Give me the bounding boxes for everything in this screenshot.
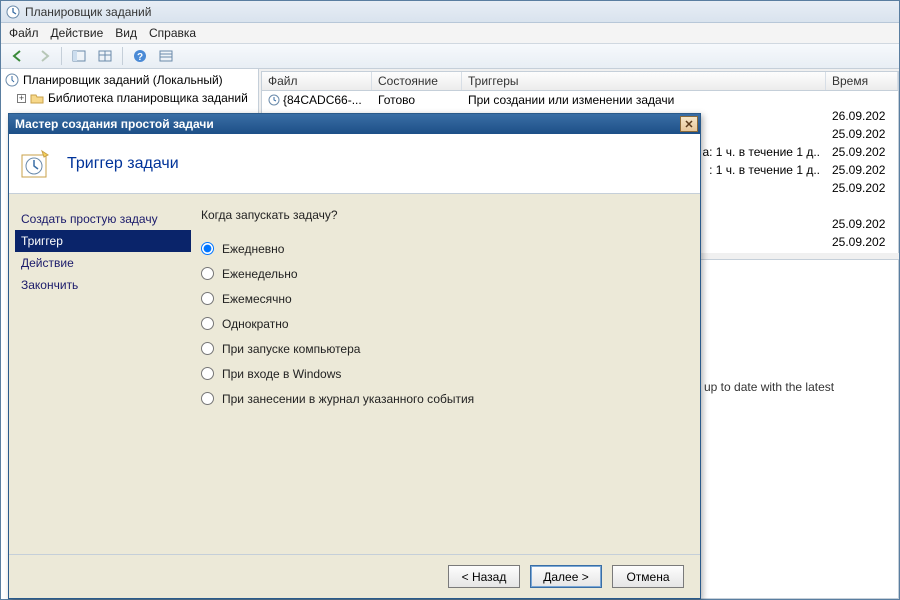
menu-bar: Файл Действие Вид Справка: [1, 23, 899, 43]
tree-library[interactable]: + Библиотека планировщика заданий: [3, 89, 256, 107]
create-task-wizard-dialog: Мастер создания простой задачи ✕ Триггер…: [8, 113, 701, 599]
menu-file[interactable]: Файл: [9, 26, 39, 40]
column-time[interactable]: Время сле: [826, 72, 898, 90]
radio-once-input[interactable]: [201, 317, 214, 330]
list-body: {84CADC66-... Готово При создании или из…: [261, 91, 899, 109]
dialog-header: Триггер задачи: [9, 134, 700, 194]
cell-state: Готово: [372, 93, 462, 107]
radio-weekly[interactable]: Еженедельно: [201, 261, 690, 286]
cell-trigger: При создании или изменении задачи: [462, 93, 826, 107]
cell-file-text: {84CADC66-...: [283, 93, 362, 107]
tree-root-label: Планировщик заданий (Локальный): [23, 73, 223, 87]
toolbar-pane-icon[interactable]: [68, 46, 90, 66]
radio-once-label: Однократно: [222, 317, 289, 331]
radio-logon[interactable]: При входе в Windows: [201, 361, 690, 386]
step-create[interactable]: Создать простую задачу: [15, 208, 191, 230]
expand-icon[interactable]: +: [17, 94, 26, 103]
radio-monthly[interactable]: Ежемесячно: [201, 286, 690, 311]
column-state[interactable]: Состояние: [372, 72, 462, 90]
cell-file: {84CADC66-...: [262, 93, 372, 107]
radio-startup-input[interactable]: [201, 342, 214, 355]
help-icon[interactable]: ?: [129, 46, 151, 66]
svg-text:?: ?: [137, 52, 143, 63]
dialog-heading: Триггер задачи: [67, 155, 179, 173]
close-icon: ✕: [684, 118, 693, 131]
step-finish[interactable]: Закончить: [15, 274, 191, 296]
radio-monthly-label: Ежемесячно: [222, 292, 292, 306]
close-button[interactable]: ✕: [680, 116, 698, 132]
radio-startup[interactable]: При запуске компьютера: [201, 336, 690, 361]
wizard-content: Когда запускать задачу? Ежедневно Еженед…: [191, 194, 700, 554]
dialog-title: Мастер создания простой задачи: [15, 117, 214, 131]
radio-daily-input[interactable]: [201, 242, 214, 255]
radio-once[interactable]: Однократно: [201, 311, 690, 336]
clock-icon: [5, 73, 19, 87]
toolbar-list-icon[interactable]: [155, 46, 177, 66]
wizard-clock-icon: [19, 146, 55, 182]
app-icon: [5, 4, 21, 20]
toolbar-separator: [122, 47, 123, 65]
window-title: Планировщик заданий: [25, 5, 151, 19]
radio-monthly-input[interactable]: [201, 292, 214, 305]
step-trigger[interactable]: Триггер: [15, 230, 191, 252]
menu-view[interactable]: Вид: [115, 26, 137, 40]
tree-root[interactable]: Планировщик заданий (Локальный): [3, 71, 256, 89]
toolbar-grid-icon[interactable]: [94, 46, 116, 66]
radio-weekly-input[interactable]: [201, 267, 214, 280]
toolbar-separator: [61, 47, 62, 65]
menu-help[interactable]: Справка: [149, 26, 196, 40]
menu-action[interactable]: Действие: [51, 26, 104, 40]
back-button[interactable]: [7, 46, 29, 66]
radio-logon-label: При входе в Windows: [222, 367, 341, 381]
toolbar: ?: [1, 43, 899, 69]
dialog-body: Создать простую задачу Триггер Действие …: [9, 194, 700, 554]
radio-weekly-label: Еженедельно: [222, 267, 298, 281]
folder-icon: [30, 92, 44, 104]
radio-daily[interactable]: Ежедневно: [201, 236, 690, 261]
clock-icon: [268, 94, 280, 106]
title-bar: Планировщик заданий: [1, 1, 899, 23]
column-file[interactable]: Файл: [262, 72, 372, 90]
dialog-footer: < Назад Далее > Отмена: [9, 554, 700, 598]
radio-startup-label: При запуске компьютера: [222, 342, 360, 356]
forward-button[interactable]: [33, 46, 55, 66]
back-button[interactable]: < Назад: [448, 565, 520, 588]
step-action[interactable]: Действие: [15, 252, 191, 274]
list-header: Файл Состояние Триггеры Время сле: [261, 71, 899, 91]
radio-event-input[interactable]: [201, 392, 214, 405]
trigger-prompt: Когда запускать задачу?: [201, 208, 690, 222]
wizard-steps: Создать простую задачу Триггер Действие …: [9, 194, 191, 554]
column-triggers[interactable]: Триггеры: [462, 72, 826, 90]
table-row[interactable]: {84CADC66-... Готово При создании или из…: [262, 91, 898, 109]
radio-logon-input[interactable]: [201, 367, 214, 380]
cancel-button[interactable]: Отмена: [612, 565, 684, 588]
radio-daily-label: Ежедневно: [222, 242, 284, 256]
radio-event-label: При занесении в журнал указанного событи…: [222, 392, 474, 406]
radio-event[interactable]: При занесении в журнал указанного событи…: [201, 386, 690, 411]
next-button[interactable]: Далее >: [530, 565, 602, 588]
tree-library-label: Библиотека планировщика заданий: [48, 91, 248, 105]
dialog-title-bar: Мастер создания простой задачи ✕: [9, 114, 700, 134]
info-text: is up to date with the latest: [692, 380, 834, 394]
